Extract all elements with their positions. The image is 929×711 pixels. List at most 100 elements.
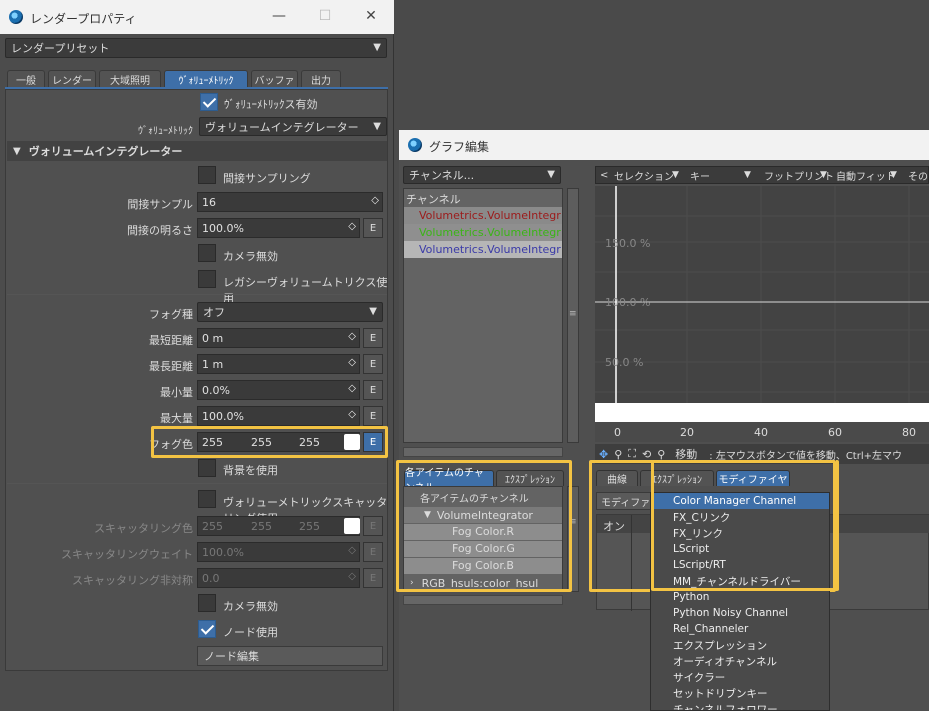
edit-nodes-label: ノード編集 bbox=[204, 650, 259, 663]
graph-editor-titlebar[interactable]: グラフ編集 bbox=[399, 130, 929, 160]
scattering-use-checkbox[interactable] bbox=[198, 490, 216, 508]
x-label: 20 bbox=[680, 426, 694, 439]
tab-volumetrics[interactable]: ｳﾞｫﾘｭｰﾒﾄﾘｯｸ bbox=[164, 70, 248, 88]
tab-label: 一般 bbox=[16, 76, 36, 87]
render-preset-dropdown[interactable]: レンダープリセット ▼ bbox=[5, 38, 387, 58]
render-properties-titlebar[interactable]: レンダープロパティ — ☐ ✕ bbox=[0, 0, 394, 34]
menu-item-audio-channel[interactable]: オーディオチャンネル bbox=[651, 653, 829, 669]
toolbar-selection[interactable]: セレクション bbox=[614, 168, 674, 183]
menu-item-cycler[interactable]: サイクラー bbox=[651, 669, 829, 685]
envelope-button[interactable]: E bbox=[363, 406, 383, 426]
toolbar-key[interactable]: キー bbox=[690, 168, 710, 183]
min-distance-label: 最短距離 bbox=[149, 334, 193, 347]
channel-dropdown-label: チャンネル... bbox=[409, 169, 475, 182]
tab-render[interactable]: レンダー bbox=[48, 70, 96, 88]
min-distance-field[interactable]: 0 m ◇ bbox=[197, 328, 360, 348]
max-amount-field[interactable]: 100.0% ◇ bbox=[197, 406, 360, 426]
tab-output[interactable]: 出力 bbox=[301, 70, 341, 88]
collapse-chevron-icon: ▼ bbox=[13, 145, 21, 157]
scatter-weight-field: 100.0% ◇ bbox=[197, 542, 360, 562]
scatter-weight-value: 100.0% bbox=[202, 545, 244, 559]
indirect-brightness-value: 100.0% bbox=[202, 221, 244, 235]
use-nodes-checkbox[interactable] bbox=[198, 620, 216, 638]
legacy-volumetrics-checkbox[interactable] bbox=[198, 270, 216, 288]
indirect-sampling-checkbox[interactable] bbox=[198, 166, 216, 184]
envelope-button[interactable]: E bbox=[363, 354, 383, 374]
divider bbox=[7, 294, 387, 295]
envelope-label: E bbox=[369, 572, 377, 584]
spin-arrows-icon[interactable]: ◇ bbox=[348, 331, 356, 342]
envelope-button[interactable]: E bbox=[363, 380, 383, 400]
menu-item-label: サイクラー bbox=[673, 671, 726, 684]
channel-label: Volumetrics.VolumeIntegr bbox=[419, 243, 561, 256]
menu-item-set-driven-key[interactable]: セットドリブンキー bbox=[651, 685, 829, 701]
menu-item-rel-channeler[interactable]: Rel_Channeler bbox=[651, 621, 829, 637]
tab-buffer[interactable]: バッファ bbox=[251, 70, 298, 88]
use-background-label: 背景を使用 bbox=[223, 464, 278, 477]
close-button[interactable]: ✕ bbox=[348, 0, 394, 32]
spin-arrows-icon[interactable]: ◇ bbox=[348, 357, 356, 368]
channel-row[interactable]: Volumetrics.VolumeIntegr bbox=[404, 207, 562, 224]
menu-item-python-noisy[interactable]: Python Noisy Channel bbox=[651, 605, 829, 621]
channel-row[interactable]: Volumetrics.VolumeIntegr bbox=[404, 241, 562, 258]
channel-hscroll[interactable] bbox=[403, 447, 563, 457]
x-label: 0 bbox=[614, 426, 621, 439]
app-logo-icon bbox=[408, 138, 422, 152]
menu-item-label: Rel_Channeler bbox=[673, 623, 749, 635]
channel-label: Volumetrics.VolumeIntegr bbox=[419, 226, 561, 239]
camera-disable2-checkbox[interactable] bbox=[198, 594, 216, 612]
minimize-button[interactable]: — bbox=[256, 0, 302, 32]
scatter-color-b: 255 bbox=[299, 519, 320, 533]
spin-arrows-icon[interactable]: ◇ bbox=[348, 383, 356, 394]
chevron-left-icon[interactable]: < bbox=[600, 170, 608, 181]
envelope-button[interactable]: E bbox=[363, 218, 383, 238]
chevron-down-icon: ▼ bbox=[744, 170, 751, 180]
indirect-samples-value: 16 bbox=[202, 195, 216, 209]
section-header[interactable]: ▼ ヴォリュームインテグレーター bbox=[7, 141, 387, 161]
toolbar-autofit[interactable]: 自動フィット bbox=[836, 168, 896, 183]
tab-global-illumination[interactable]: 大域照明 bbox=[99, 70, 161, 88]
volumetrics-enabled-checkbox[interactable] bbox=[200, 93, 218, 111]
menu-item-expression[interactable]: エクスプレッション bbox=[651, 637, 829, 653]
max-distance-field[interactable]: 1 m ◇ bbox=[197, 354, 360, 374]
menu-item-channel-follower[interactable]: チャンネルフォロワー bbox=[651, 701, 829, 711]
channel-scrollbar[interactable]: ≡ bbox=[567, 188, 579, 443]
spin-arrows-icon: ◇ bbox=[348, 571, 356, 582]
tab-general[interactable]: 一般 bbox=[7, 70, 45, 88]
refresh-icon[interactable]: ⟲ bbox=[642, 448, 651, 461]
edit-nodes-button[interactable]: ノード編集 bbox=[197, 646, 383, 666]
channel-row[interactable]: Volumetrics.VolumeIntegr bbox=[404, 224, 562, 241]
frame-tool-icon[interactable]: ⛶ bbox=[628, 447, 636, 461]
spin-arrows-icon[interactable]: ◇ bbox=[371, 195, 379, 206]
channel-label: Volumetrics.VolumeIntegr bbox=[419, 209, 561, 222]
envelope-button[interactable]: E bbox=[363, 328, 383, 348]
camera-disable-checkbox[interactable] bbox=[198, 244, 216, 262]
indirect-brightness-field[interactable]: 100.0% ◇ bbox=[197, 218, 360, 238]
spin-arrows-icon[interactable]: ◇ bbox=[348, 409, 356, 420]
volumetric-type-dropdown[interactable]: ヴォリュームインテグレーター ▼ bbox=[199, 117, 387, 136]
min-amount-field[interactable]: 0.0% ◇ bbox=[197, 380, 360, 400]
section-title: ヴォリュームインテグレーター bbox=[28, 145, 183, 158]
tree-hscroll[interactable] bbox=[403, 595, 563, 605]
envelope-label: E bbox=[369, 546, 377, 558]
spin-arrows-icon[interactable]: ◇ bbox=[348, 221, 356, 232]
frame-ruler[interactable]: 0 20 40 60 80 bbox=[595, 422, 929, 442]
move-tool-icon[interactable]: ✥ bbox=[599, 448, 608, 461]
use-background-checkbox[interactable] bbox=[198, 459, 216, 477]
channel-list: チャンネル Volumetrics.VolumeIntegr Volumetri… bbox=[403, 188, 563, 443]
menu-item-python[interactable]: Python bbox=[651, 589, 829, 605]
indirect-samples-field[interactable]: 16 ◇ bbox=[197, 192, 383, 212]
indirect-sampling-label: 間接サンプリング bbox=[223, 172, 311, 185]
scatter-color-swatch bbox=[344, 518, 360, 534]
zoom-icon[interactable]: ⚲ bbox=[657, 448, 665, 461]
min-distance-value: 0 m bbox=[202, 331, 224, 345]
fog-type-dropdown[interactable]: オフ ▼ bbox=[197, 302, 383, 322]
channel-dropdown[interactable]: チャンネル... ▼ bbox=[403, 166, 561, 184]
graph-area[interactable]: 150.0 % 100.0 % 50.0 % bbox=[595, 186, 929, 422]
toolbar-other[interactable]: その bbox=[908, 168, 928, 183]
divider bbox=[7, 483, 387, 484]
y-label: 100.0 % bbox=[605, 296, 651, 309]
maximize-button[interactable]: ☐ bbox=[302, 0, 348, 32]
add-key-icon[interactable]: ⚲ bbox=[614, 448, 622, 461]
app-logo-icon bbox=[9, 10, 23, 24]
